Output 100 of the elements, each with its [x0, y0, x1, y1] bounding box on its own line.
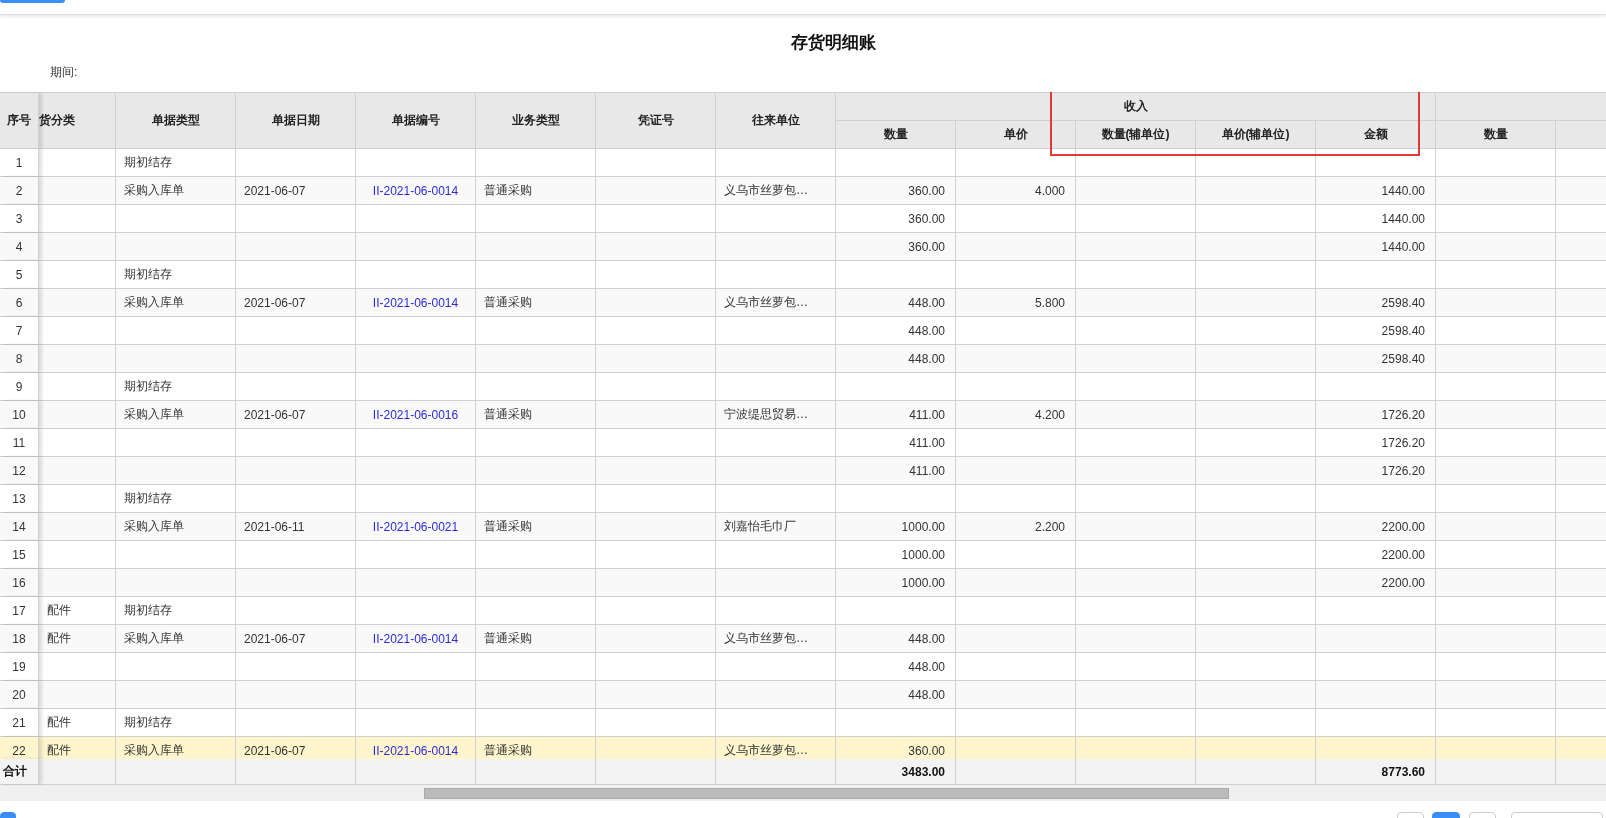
table-cell: 448.00 — [836, 289, 956, 316]
table-cell: 7 — [0, 317, 39, 344]
table-cell: 期初结存 — [116, 261, 236, 288]
table-cell: 普通采购 — [476, 177, 596, 204]
table-row[interactable]: 20 448.00 — [0, 681, 1606, 709]
table-cell: 2021-06-07 — [236, 625, 356, 652]
table-row[interactable]: 11 411.00 1726.20 — [0, 429, 1606, 457]
table-cell: 期初结存 — [116, 597, 236, 624]
table-cell: 411.00 — [836, 457, 956, 484]
table-cell: 合计 — [0, 759, 39, 784]
table-cell: 普通采购 — [476, 401, 596, 428]
table-cell: 普通采购 — [476, 625, 596, 652]
table-row[interactable]: 17 配件 期初结存 — [0, 597, 1606, 625]
table-cell: 1440.00 — [1316, 177, 1436, 204]
table-cell: 2 — [0, 177, 39, 204]
table-row[interactable]: 2 采购入库单 2021-06-07 II-2021-06-0014 普通采购 义乌市丝萝包… 360.00 4.000 1440.00 — [0, 177, 1606, 205]
table-cell: 21 — [0, 709, 39, 736]
table-cell: 2021-06-07 — [236, 177, 356, 204]
table-cell: 18 — [0, 625, 39, 652]
table-cell: 2598.40 — [1316, 317, 1436, 344]
table-cell: 2200.00 — [1316, 541, 1436, 568]
table-cell: 8773.60 — [1316, 759, 1436, 784]
table-cell: 采购入库单 — [116, 289, 236, 316]
table-cell: 义乌市丝萝包… — [716, 289, 836, 316]
table-cell: 19 — [0, 653, 39, 680]
table-row[interactable]: 3 360.00 1440.00 — [0, 205, 1606, 233]
column-header: 序号 — [0, 93, 39, 149]
table-cell: 1726.20 — [1316, 457, 1436, 484]
table-cell: 10 — [0, 401, 39, 428]
table-cell: 采购入库单 — [116, 513, 236, 540]
table-cell: 11 — [0, 429, 39, 456]
table-row[interactable]: 15 1000.00 2200.00 — [0, 541, 1606, 569]
table-cell: 2021-06-07 — [236, 401, 356, 428]
table-cell: 2021-06-07 — [236, 289, 356, 316]
table-row[interactable]: 6 采购入库单 2021-06-07 II-2021-06-0014 普通采购 义乌市丝萝包… 448.00 5.800 2598.40 — [0, 289, 1606, 317]
table-cell: 3 — [0, 205, 39, 232]
table-row[interactable]: 21 配件 期初结存 — [0, 709, 1606, 737]
table-cell: 2.200 — [956, 513, 1076, 540]
document-link[interactable]: II-2021-06-0014 — [356, 177, 476, 204]
table-cell: 1726.20 — [1316, 401, 1436, 428]
horizontal-scrollbar[interactable] — [0, 785, 1606, 801]
column-group-header: 收入 — [836, 93, 1436, 121]
table-cell: 20 — [0, 681, 39, 708]
table-row[interactable]: 18 配件 采购入库单 2021-06-07 II-2021-06-0014 普通采购 义乌市丝萝包… 448.00 — [0, 625, 1606, 653]
table-cell: 期初结存 — [116, 149, 236, 176]
table-cell: 配件 — [39, 597, 116, 624]
table-row[interactable]: 12 411.00 1726.20 — [0, 457, 1606, 485]
table-cell: 宁波缇思贸易… — [716, 401, 836, 428]
table-row[interactable]: 16 1000.00 2200.00 — [0, 569, 1606, 597]
table-cell: 448.00 — [836, 345, 956, 372]
period-label: 期间: — [50, 64, 78, 81]
table-cell: 2200.00 — [1316, 569, 1436, 596]
table-row[interactable]: 9 期初结存 — [0, 373, 1606, 401]
table-cell: 1000.00 — [836, 569, 956, 596]
table-cell: 期初结存 — [116, 373, 236, 400]
table-cell: 8 — [0, 345, 39, 372]
table-cell: 448.00 — [836, 625, 956, 652]
table-row[interactable]: 19 448.00 — [0, 653, 1606, 681]
table-cell: 配件 — [39, 709, 116, 736]
table-cell: 14 — [0, 513, 39, 540]
table-cell: 采购入库单 — [116, 401, 236, 428]
table-cell: 448.00 — [836, 681, 956, 708]
document-link[interactable]: II-2021-06-0014 — [356, 289, 476, 316]
table-cell: 12 — [0, 457, 39, 484]
table-cell: 1 — [0, 149, 39, 176]
table-cell: 义乌市丝萝包… — [716, 177, 836, 204]
table-cell: 义乌市丝萝包… — [716, 625, 836, 652]
table-row[interactable]: 22 配件 采购入库单 2021-06-07 II-2021-06-0014 普通采购 义乌市丝萝包… 360.00 — [0, 737, 1606, 759]
document-link[interactable]: II-2021-06-0021 — [356, 513, 476, 540]
report-title: 存货明细账 — [789, 32, 877, 54]
table-cell: 360.00 — [836, 205, 956, 232]
table-cell: 采购入库单 — [116, 625, 236, 652]
scrollbar-thumb[interactable] — [424, 788, 1229, 799]
table-cell: 16 — [0, 569, 39, 596]
table-cell: 411.00 — [836, 401, 956, 428]
table-cell: 4 — [0, 233, 39, 260]
table-row[interactable]: 8 448.00 2598.40 — [0, 345, 1606, 373]
document-link[interactable]: II-2021-06-0016 — [356, 401, 476, 428]
table-cell: 4.200 — [956, 401, 1076, 428]
toolbar-button[interactable] — [0, 0, 65, 3]
table-cell: 2021-06-11 — [236, 513, 356, 540]
table-cell: 448.00 — [836, 653, 956, 680]
document-link[interactable]: II-2021-06-0014 — [356, 625, 476, 652]
table-cell: 4.000 — [956, 177, 1076, 204]
table-row[interactable]: 14 采购入库单 2021-06-11 II-2021-06-0021 普通采购 刘嘉怡毛巾厂 1000.00 2.200 2200.00 — [0, 513, 1606, 541]
table-row[interactable]: 5 期初结存 — [0, 261, 1606, 289]
table-cell: 15 — [0, 541, 39, 568]
table-row[interactable]: 10 采购入库单 2021-06-07 II-2021-06-0016 普通采购 宁波缇思贸易… 411.00 4.200 1726.20 — [0, 401, 1606, 429]
table-cell: 2598.40 — [1316, 289, 1436, 316]
table-row[interactable]: 13 期初结存 — [0, 485, 1606, 513]
table-cell: 刘嘉怡毛巾厂 — [716, 513, 836, 540]
table-cell: 1440.00 — [1316, 205, 1436, 232]
table-row[interactable]: 4 360.00 1440.00 — [0, 233, 1606, 261]
table-row[interactable]: 1 期初结存 — [0, 149, 1606, 177]
table-cell: 5 — [0, 261, 39, 288]
table-cell: 360.00 — [836, 233, 956, 260]
table-cell: 448.00 — [836, 317, 956, 344]
table-cell: 普通采购 — [476, 513, 596, 540]
table-cell: 普通采购 — [476, 289, 596, 316]
table-row[interactable]: 7 448.00 2598.40 — [0, 317, 1606, 345]
